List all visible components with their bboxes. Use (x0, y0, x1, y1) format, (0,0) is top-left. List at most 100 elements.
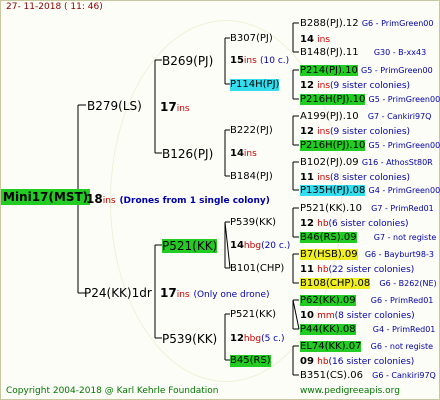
gen4-21-name: EL74(KK).07 (300, 341, 362, 352)
gen4-count-7: 12 ins(9 sister colonies) (300, 126, 410, 138)
gen2-c-unit: hbg (243, 241, 262, 251)
gen4-row-6[interactable]: A199(PJ).10 G7 - Cankiri97Q (300, 111, 431, 123)
gen2-a-count-line: 15ins (10 c.) (230, 55, 289, 67)
gen2-c-name[interactable]: P521(KK) (162, 239, 218, 253)
gen3-a-name[interactable]: B307(PJ) (230, 33, 273, 45)
copyright: Copyright 2004-2018 @ Karl Kehrle Founda… (6, 386, 219, 396)
gen4-row-17[interactable]: B108(CHP).08 G6 - B262(NE) (300, 278, 437, 290)
gen4-22-note: (16 sister colonies) (328, 357, 415, 367)
gen4-11-name: P135H(PJ).08 (300, 185, 366, 196)
gen3-g-name[interactable]: P521(KK) (230, 309, 276, 321)
gen4-count-16: 11 hb(22 sister colonies) (300, 264, 414, 276)
gen4-14-name: B46(RS).09 (300, 232, 357, 243)
gen3-e-name[interactable]: P539(KK) (230, 217, 276, 229)
gen4-count-13: 12 hb(6 sister colonies) (300, 218, 409, 230)
gen4-6-name: A199(PJ).10 (300, 111, 359, 122)
gen4-9-info: G16 - AthosSt80R (361, 158, 433, 167)
gen4-row-18[interactable]: P62(KK).09 G6 - PrimRed01 (300, 295, 433, 307)
root-count-line: 18ins (Drones from 1 single colony) (86, 192, 270, 208)
gen4-14-info: G7 - not registe (373, 233, 437, 242)
gen4-row-5[interactable]: P216H(PJ).10 G5 - PrimGreen00 (300, 94, 440, 106)
gen2-b-count: 14 (230, 148, 244, 159)
gen2-a-name[interactable]: B269(PJ) (162, 54, 213, 68)
gen2-d-name[interactable]: P539(KK) (162, 332, 217, 346)
root-note: (Drones from 1 single colony) (119, 196, 270, 206)
gen4-2-info: G30 - B-xx43 (373, 48, 427, 57)
gen4-9-name: B102(PJ).09 (300, 157, 359, 168)
gen4-count-4: 12 ins(9 sister colonies) (300, 80, 410, 92)
gen4-19-count: 10 (300, 310, 314, 321)
gen4-23-name: B351(CS).06 (300, 370, 363, 381)
gen4-19-unit: mm (317, 311, 335, 321)
gen4-count-10: 11 ins(8 sister colonies) (300, 172, 410, 184)
gen4-row-20[interactable]: P44(KK).08 G4 - PrimRed01 (300, 324, 435, 336)
gen4-row-2[interactable]: B148(PJ).11 G30 - B-xx43 (300, 47, 426, 59)
gen4-row-23[interactable]: B351(CS).06 G6 - Cankiri97Q (300, 370, 436, 382)
gen1-lower-count-line: 17ins (Only one drone) (160, 286, 270, 302)
gen4-5-info: G5 - PrimGreen00 (368, 95, 440, 104)
gen3-c-name[interactable]: B222(PJ) (230, 125, 273, 137)
gen2-a-count: 15 (230, 55, 244, 66)
gen4-5-name: P216H(PJ).10 (300, 94, 366, 105)
gen4-row-12[interactable]: P521(KK).10 G7 - PrimRed01 (300, 203, 434, 215)
root-queen[interactable]: Mini17(MST) (1, 189, 91, 205)
gen4-3-name: P214(PJ).10 (300, 65, 358, 76)
gen1-upper-count: 17 (160, 100, 177, 114)
gen4-17-info: G6 - B262(NE) (379, 279, 437, 288)
gen4-1-unit: ins (317, 35, 331, 45)
gen2-b-name[interactable]: B126(PJ) (162, 147, 213, 161)
gen3-f-name[interactable]: B101(CHP) (230, 263, 284, 275)
gen4-row-14[interactable]: B46(RS).09 G7 - not registe (300, 232, 436, 244)
gen4-22-unit: hb (317, 357, 329, 367)
gen1-upper-count-line: 17ins (160, 100, 190, 116)
gen1-upper-name[interactable]: B279(LS) (87, 99, 142, 113)
gen4-row-0[interactable]: B288(PJ).12 G6 - PrimGreen00 (300, 18, 433, 30)
gen4-1-count: 14 (300, 34, 314, 45)
gen1-upper-unit: ins (176, 104, 190, 114)
gen4-22-count: 09 (300, 356, 314, 367)
gen3-b-name[interactable]: P114H(PJ) (230, 79, 280, 91)
gen4-2-name: B148(PJ).11 (300, 47, 359, 58)
gen2-d-count-line: 12hbg(5 c.) (230, 333, 284, 345)
gen4-10-unit: ins (317, 173, 331, 183)
gen4-count-19: 10 mm(8 sister colonies) (300, 310, 415, 322)
gen2-d-count: 12 (230, 333, 244, 344)
gen4-row-8[interactable]: P216H(PJ).10 G5 - PrimGreen00 (300, 140, 440, 152)
gen4-15-name: B7(HSB).09 (300, 249, 358, 260)
root-count: 18 (86, 192, 103, 206)
gen4-19-note: (8 sister colonies) (334, 311, 415, 321)
gen4-20-name: P44(KK).08 (300, 324, 356, 335)
gen1-lower-count: 17 (160, 286, 177, 300)
gen4-7-count: 12 (300, 126, 314, 137)
gen4-18-name: P62(KK).09 (300, 295, 356, 306)
gen4-row-9[interactable]: B102(PJ).09 G16 - AthosSt80R (300, 157, 433, 169)
gen4-10-count: 11 (300, 172, 314, 183)
gen2-d-note: (5 c.) (261, 334, 285, 344)
gen3-d-name[interactable]: B184(PJ) (230, 171, 273, 183)
gen4-row-15[interactable]: B7(HSB).09 G6 - Bayburt98-3 (300, 249, 434, 261)
gen4-11-info: G4 - PrimGreen00 (368, 186, 440, 195)
gen2-c-count: 14 (230, 240, 244, 251)
gen3-h-name[interactable]: B45(RS) (230, 355, 271, 367)
gen4-row-21[interactable]: EL74(KK).07 G6 - not registe (300, 341, 433, 353)
gen4-row-11[interactable]: P135H(PJ).08 G4 - PrimGreen00 (300, 185, 440, 197)
gen4-row-3[interactable]: P214(PJ).10 G5 - PrimGreen00 (300, 65, 433, 77)
gen2-b-count-line: 14ins (230, 148, 257, 160)
gen4-13-count: 12 (300, 218, 314, 229)
gen2-d-unit: hbg (243, 334, 262, 344)
gen1-lower-unit: ins (176, 290, 190, 300)
gen4-13-unit: hb (317, 219, 329, 229)
gen4-0-name: B288(PJ).12 (300, 18, 359, 29)
gen4-16-note: (22 sister colonies) (328, 265, 415, 275)
site-link[interactable]: www.pedigreeapis.org (300, 386, 400, 396)
gen1-lower-name[interactable]: P24(KK)1dr (84, 286, 152, 300)
gen4-15-info: G6 - Bayburt98-3 (364, 250, 434, 259)
gen2-a-unit: ins (243, 56, 257, 66)
gen4-13-note: (6 sister colonies) (328, 219, 409, 229)
gen2-a-note: (10 c.) (260, 56, 290, 66)
gen4-16-count: 11 (300, 264, 314, 275)
gen4-4-note: (9 sister colonies) (330, 81, 411, 91)
gen4-4-unit: ins (317, 81, 331, 91)
gen4-0-info: G6 - PrimGreen00 (361, 19, 434, 28)
root-unit: ins (102, 196, 116, 206)
